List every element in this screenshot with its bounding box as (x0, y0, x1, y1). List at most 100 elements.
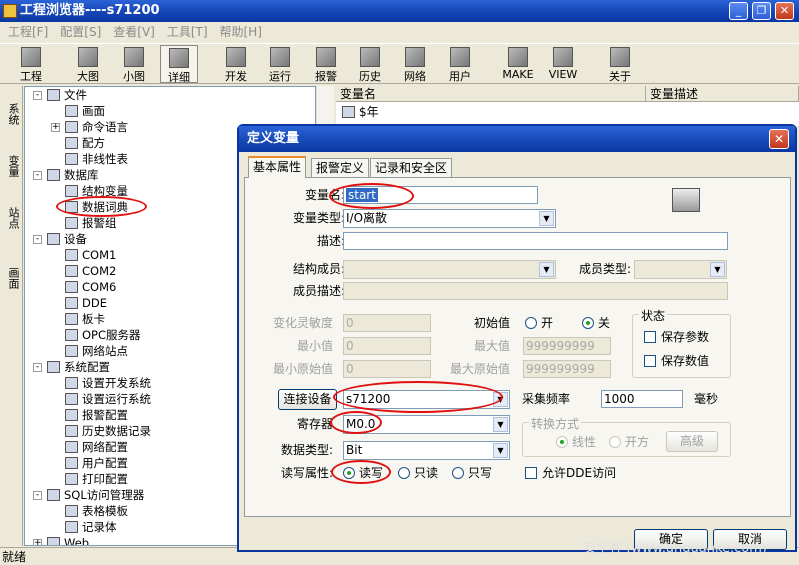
toolbar-about-button[interactable]: 关于 (602, 45, 638, 83)
menu-help[interactable]: 帮助[H] (212, 23, 266, 42)
tree-item-device[interactable]: 设备 (47, 231, 87, 247)
tree-item-opc-server[interactable]: OPC服务器 (65, 327, 141, 343)
tree-item-print-config[interactable]: 打印配置 (65, 471, 128, 487)
tree-item-network-station[interactable]: 网络站点 (65, 343, 128, 359)
toolbar-make-button[interactable]: MAKE (499, 45, 537, 83)
tree-item-sql-manager[interactable]: SQL访问管理器 (47, 487, 144, 503)
min-input[interactable]: 0 (343, 337, 431, 355)
tree-item-record-set[interactable]: 记录体 (65, 519, 117, 535)
menu-config[interactable]: 配置[S] (52, 23, 105, 42)
restore-button[interactable]: ❐ (752, 2, 771, 20)
rw-readonly-radio[interactable]: 只读 (398, 465, 438, 481)
tree-item-database[interactable]: 数据库 (47, 167, 99, 183)
tree-item-nonlinear-table[interactable]: 非线性表 (65, 151, 128, 167)
minimize-button[interactable]: _ (729, 2, 748, 20)
data-type-select[interactable]: Bit ▼ (343, 441, 510, 460)
tree-expander[interactable]: - (33, 171, 42, 180)
struct-member-select[interactable]: ▼ (343, 260, 556, 279)
member-type-select[interactable]: ▼ (634, 260, 727, 279)
tree-item-network-config[interactable]: 网络配置 (65, 439, 128, 455)
tree-item-table-template[interactable]: 表格模板 (65, 503, 128, 519)
tree-item-recipe[interactable]: 配方 (65, 135, 105, 151)
tree-item-com2[interactable]: COM2 (65, 263, 116, 279)
sqrt-radio[interactable]: 开方 (609, 434, 649, 450)
max-input[interactable]: 999999999 (523, 337, 611, 355)
side-tab-variable[interactable]: 变量 (2, 144, 21, 188)
tree-expander[interactable]: + (51, 123, 60, 132)
tree-item-web[interactable]: Web (47, 535, 89, 545)
toolbar-view-button[interactable]: VIEW (545, 45, 581, 83)
column-variable-desc[interactable]: 变量描述 (646, 86, 799, 102)
min-raw-input[interactable]: 0 (343, 360, 431, 378)
initial-off-radio[interactable]: 关 (582, 315, 610, 331)
min-label: 最小值 (296, 339, 333, 353)
window-title: 工程浏览器----s71200 (20, 3, 160, 18)
tree-item-system-config[interactable]: 系统配置 (47, 359, 110, 375)
tree-item-alarm-config[interactable]: 报警配置 (65, 407, 128, 423)
tree-item-screen[interactable]: 画面 (65, 103, 105, 119)
tree-item-com6[interactable]: COM6 (65, 279, 116, 295)
tree-item-board[interactable]: 板卡 (65, 311, 105, 327)
tree-item-file[interactable]: 文件 (47, 87, 87, 103)
rw-writeonly-radio[interactable]: 只写 (452, 465, 492, 481)
tree-expander[interactable]: + (33, 539, 42, 545)
tree-expander[interactable]: - (33, 91, 42, 100)
side-tab-screen[interactable]: 画面 (2, 256, 21, 300)
description-input[interactable] (343, 232, 728, 250)
tree-item-com1[interactable]: COM1 (65, 247, 116, 263)
network-station-icon (65, 345, 78, 357)
tree-expander[interactable]: - (33, 363, 42, 372)
side-tab-system[interactable]: 系统 (2, 92, 21, 136)
sensitivity-input[interactable]: 0 (343, 314, 431, 332)
toolbar-run-button[interactable]: 运行 (262, 45, 298, 83)
toolbar-history-button[interactable]: 历史 (352, 45, 388, 83)
save-value-checkbox[interactable]: 保存数值 (644, 353, 709, 369)
menu-project[interactable]: 工程[F] (0, 23, 52, 42)
advanced-button[interactable]: 高级 (666, 431, 718, 452)
toolbar-detail-button[interactable]: 详细 (160, 45, 198, 84)
connect-device-button[interactable]: 连接设备 (278, 389, 337, 410)
tab-alarm[interactable]: 报警定义 (311, 158, 370, 178)
tab-basic[interactable]: 基本属性 (248, 156, 307, 178)
member-desc-input[interactable] (343, 282, 728, 300)
side-tab-station[interactable]: 站点 (2, 196, 21, 240)
initial-on-radio[interactable]: 开 (525, 315, 553, 331)
max-raw-input[interactable]: 999999999 (523, 360, 611, 378)
data-type-label: 数据类型: (280, 443, 333, 457)
dialog-close-icon[interactable]: ✕ (769, 129, 789, 149)
side-tab-strip: 系统 变量 站点 画面 (0, 86, 23, 546)
toolbar-network-button[interactable]: 网络 (397, 45, 433, 83)
toolbar-large-icons-button[interactable]: 大图 (70, 45, 106, 83)
freq-input[interactable]: 1000 (601, 390, 683, 408)
tree-item-user-config[interactable]: 用户配置 (65, 455, 128, 471)
tree-expander[interactable]: - (33, 235, 42, 244)
linear-radio[interactable]: 线性 (556, 434, 596, 450)
tree-item-alarm-group[interactable]: 报警组 (65, 215, 117, 231)
tree-item-history-record[interactable]: 历史数据记录 (65, 423, 151, 439)
tree-item-run-system[interactable]: 设置运行系统 (65, 391, 151, 407)
list-row[interactable]: $年 (342, 104, 379, 120)
tree-expander[interactable]: - (33, 491, 42, 500)
toolbar-develop-button[interactable]: 开发 (218, 45, 254, 83)
allow-dde-checkbox[interactable]: 允许DDE访问 (525, 465, 616, 481)
save-param-checkbox[interactable]: 保存参数 (644, 329, 709, 345)
freq-unit: 毫秒 (694, 392, 719, 406)
toolbar-project-button[interactable]: 工程 (12, 45, 50, 83)
toolbar-user-button[interactable]: 用户 (442, 45, 478, 83)
menu-view[interactable]: 查看[V] (105, 23, 159, 42)
tree-item-command-language[interactable]: 命令语言 (65, 119, 128, 135)
menu-tools[interactable]: 工具[T] (159, 23, 212, 42)
tree-item-dde[interactable]: DDE (65, 295, 107, 311)
variable-icon (342, 106, 355, 118)
variable-type-select[interactable]: I/O离散 ▼ (343, 209, 556, 228)
folder-icon (47, 537, 60, 545)
run-icon (270, 47, 290, 67)
tree-scrollbar[interactable] (316, 86, 334, 126)
close-button[interactable]: ✕ (775, 2, 794, 20)
toolbar-alarm-button[interactable]: 报警 (308, 45, 344, 83)
column-variable-name[interactable]: 变量名 (336, 86, 646, 102)
tab-record[interactable]: 记录和安全区 (370, 158, 453, 178)
annotation-circle (330, 411, 382, 434)
tree-item-dev-system[interactable]: 设置开发系统 (65, 375, 151, 391)
toolbar-small-icons-button[interactable]: 小图 (116, 45, 152, 83)
